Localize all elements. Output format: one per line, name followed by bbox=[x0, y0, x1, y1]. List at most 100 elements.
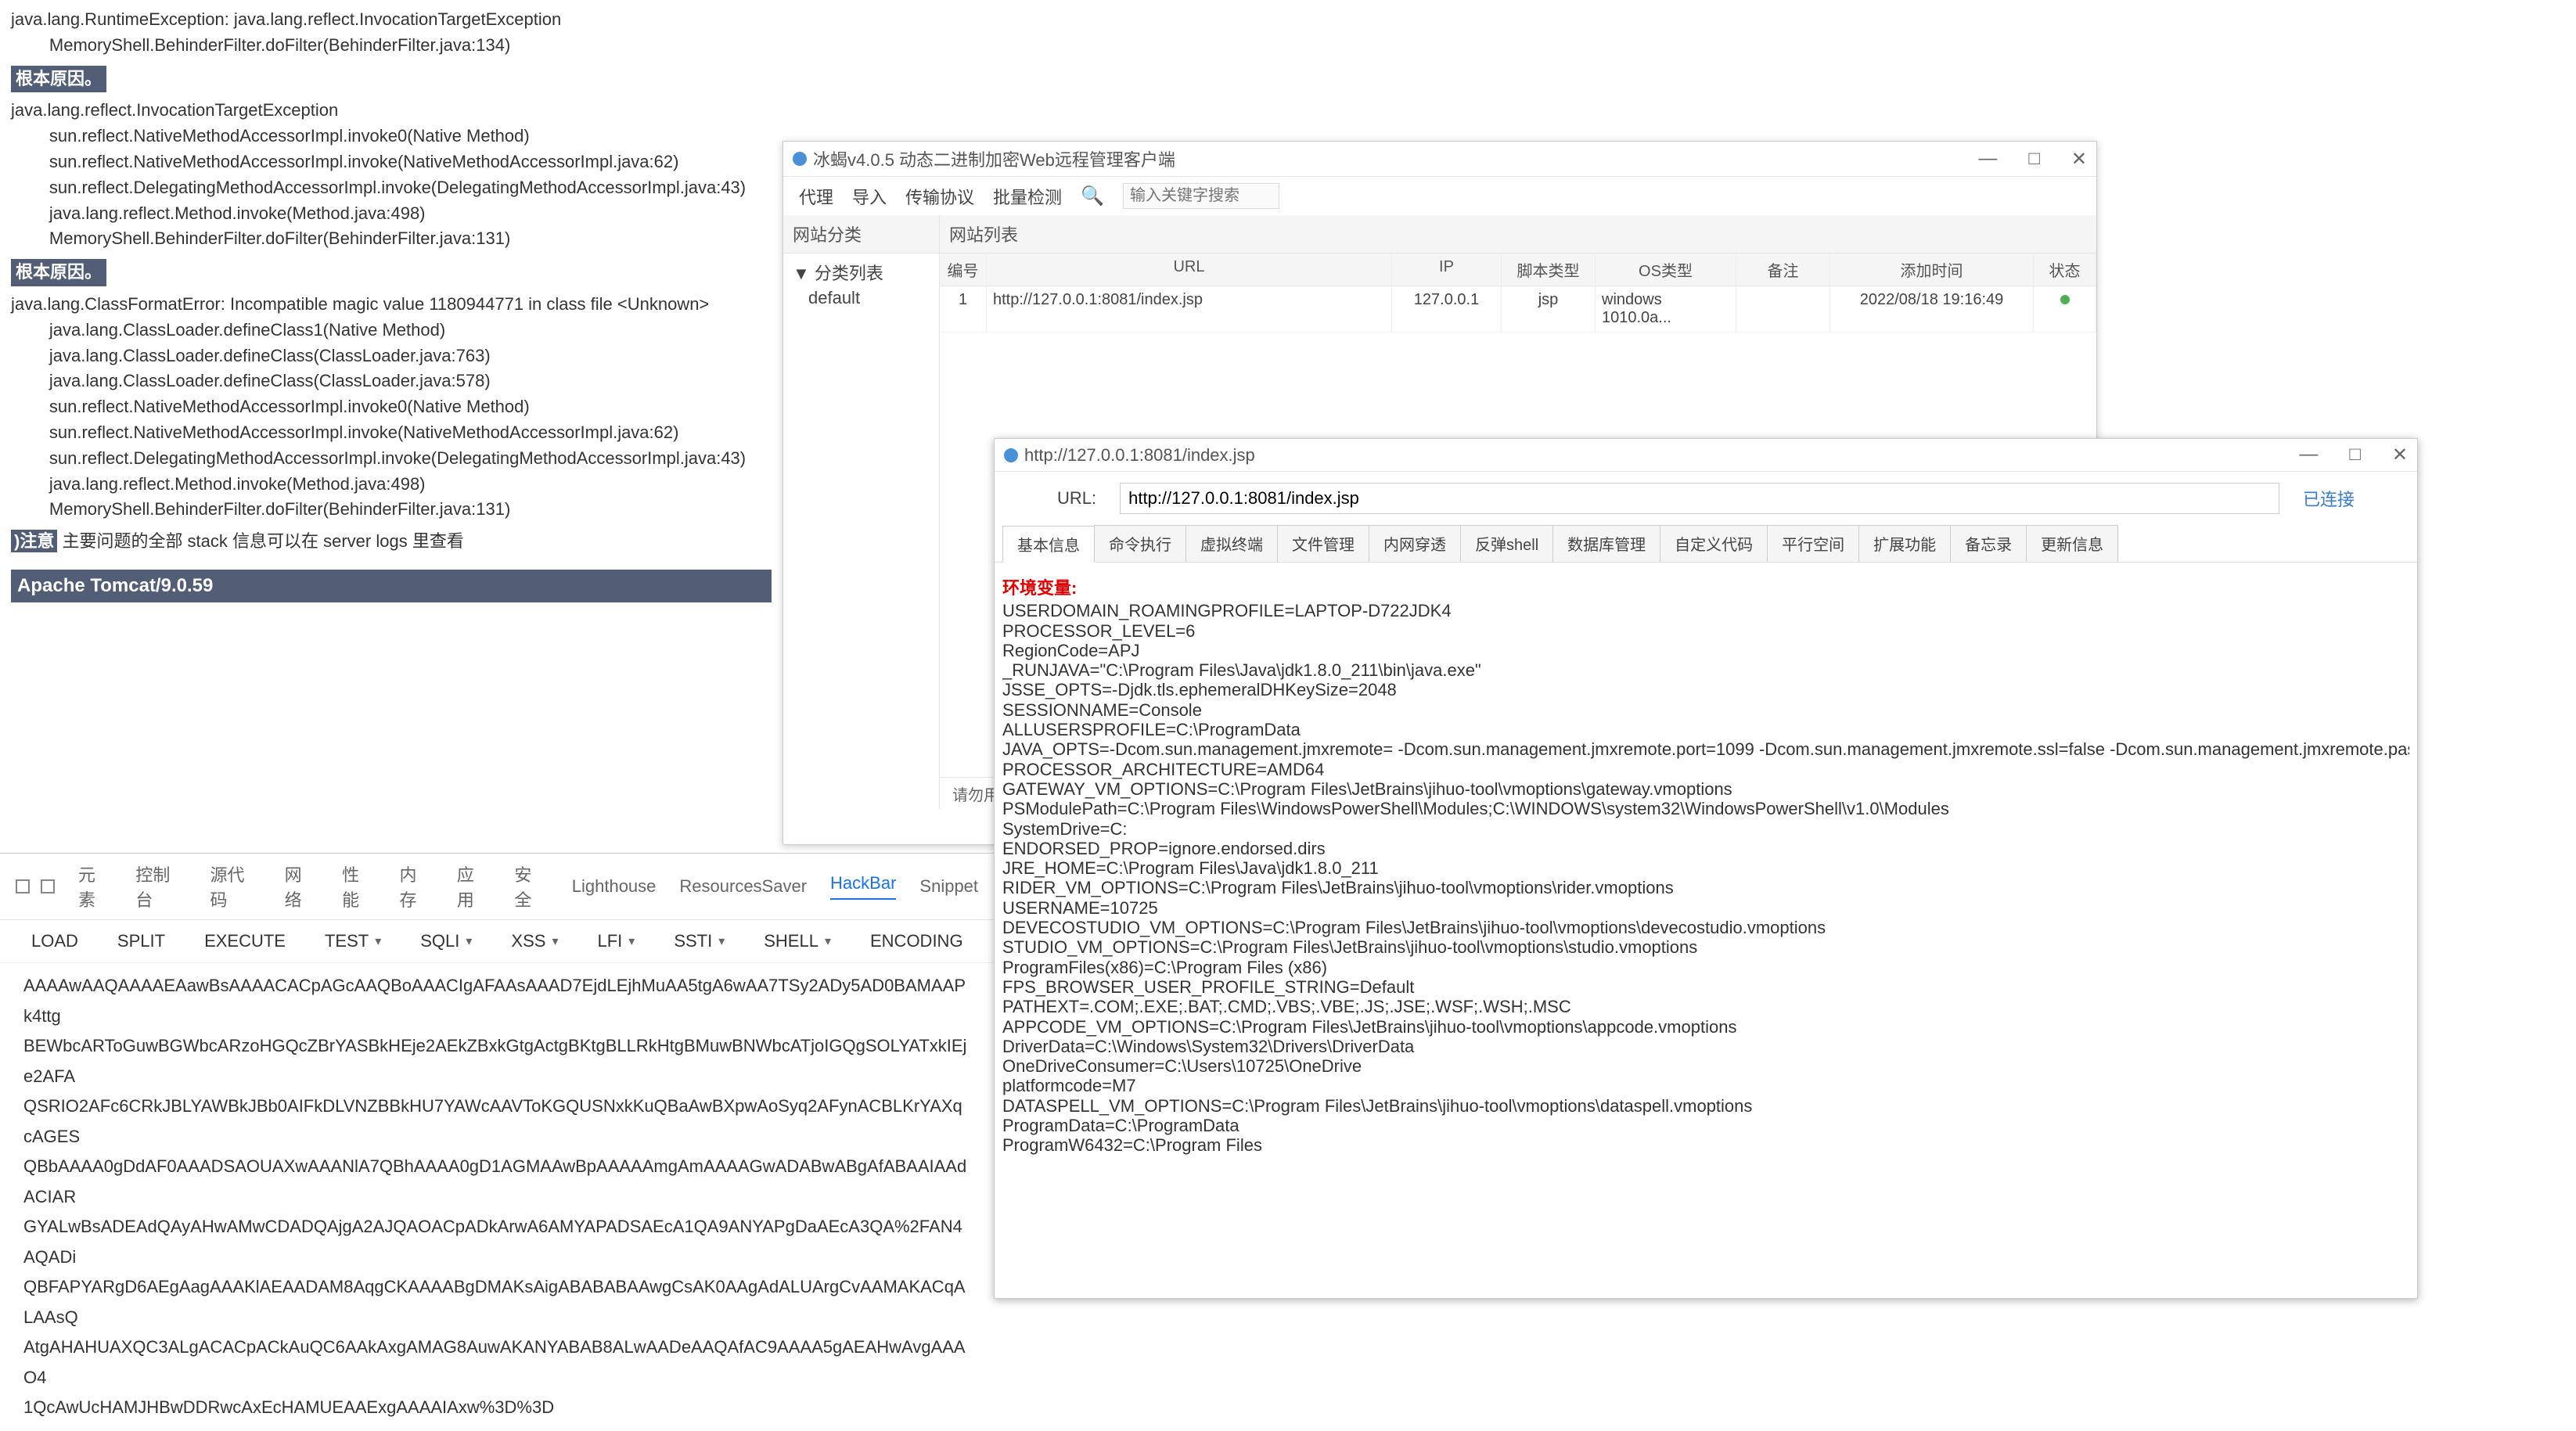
root-cause-label-2: 根本原因。 bbox=[11, 259, 106, 286]
dt-security[interactable]: 安全 bbox=[514, 861, 548, 911]
hb-shell[interactable]: SHELL ▾ bbox=[764, 931, 831, 951]
hackbar-toolbar: LOAD SPLIT EXECUTE TEST ▾ SQLI ▾ XSS ▾ L… bbox=[0, 920, 994, 963]
tab-memo[interactable]: 备忘录 bbox=[1950, 525, 2027, 562]
dt-sources[interactable]: 源代码 bbox=[210, 861, 261, 911]
hb-split[interactable]: SPLIT bbox=[117, 931, 165, 951]
dt-performance[interactable]: 性能 bbox=[342, 861, 376, 911]
toolbar: 代理 导入 传输协议 批量检测 🔍 bbox=[783, 177, 2096, 215]
note-line: )注意 主要问题的全部 stack 信息可以在 server logs 里查看 bbox=[11, 530, 772, 554]
hb-lfi[interactable]: LFI ▾ bbox=[597, 931, 635, 951]
col-id[interactable]: 编号 bbox=[940, 253, 987, 286]
col-type[interactable]: 脚本类型 bbox=[1502, 253, 1596, 286]
tab-vterm[interactable]: 虚拟终端 bbox=[1185, 525, 1278, 562]
dt-console[interactable]: 控制台 bbox=[135, 861, 186, 911]
maximize-icon[interactable]: □ bbox=[2028, 148, 2040, 171]
menu-batch[interactable]: 批量检测 bbox=[993, 184, 1062, 209]
dt-hackbar[interactable]: HackBar bbox=[830, 873, 896, 900]
col-url[interactable]: URL bbox=[987, 253, 1392, 286]
devtools-tabs: 元素 控制台 源代码 网络 性能 内存 应用 安全 Lighthouse Res… bbox=[0, 854, 994, 920]
dt-snippet[interactable]: Snippet bbox=[919, 876, 978, 897]
hb-test[interactable]: TEST ▾ bbox=[325, 931, 381, 951]
menu-import[interactable]: 导入 bbox=[852, 184, 887, 209]
tomcat-error-page: java.lang.RuntimeException: java.lang.re… bbox=[0, 0, 783, 610]
devtools-panel: 元素 控制台 源代码 网络 性能 内存 应用 安全 Lighthouse Res… bbox=[0, 853, 994, 1431]
env-line: FPS_BROWSER_USER_PROFILE_STRING=Default bbox=[1002, 977, 2409, 997]
app-icon bbox=[793, 152, 807, 166]
tree-root[interactable]: ▼ 分类列表 bbox=[793, 260, 930, 285]
col-ip[interactable]: IP bbox=[1392, 253, 1502, 286]
tab-file[interactable]: 文件管理 bbox=[1277, 525, 1369, 562]
dt-network[interactable]: 网络 bbox=[285, 861, 318, 911]
maximize-icon[interactable]: □ bbox=[2349, 444, 2361, 466]
tab-parallel[interactable]: 平行空间 bbox=[1767, 525, 1859, 562]
env-line: DriverData=C:\Windows\System32\Drivers\D… bbox=[1002, 1037, 2409, 1056]
menu-protocol[interactable]: 传输协议 bbox=[905, 184, 974, 209]
dt-lighthouse[interactable]: Lighthouse bbox=[572, 876, 657, 897]
dt-rsaver[interactable]: ResourcesSaver bbox=[679, 876, 807, 897]
hb-ssti[interactable]: SSTI ▾ bbox=[674, 931, 725, 951]
device-icon[interactable] bbox=[41, 879, 55, 893]
env-line: JSSE_OPTS=-Djdk.tls.ephemeralDHKeySize=2… bbox=[1002, 680, 2409, 699]
hb-execute[interactable]: EXECUTE bbox=[204, 931, 286, 951]
env-line: SESSIONNAME=Console bbox=[1002, 700, 2409, 720]
env-line: PROCESSOR_LEVEL=6 bbox=[1002, 621, 2409, 641]
window-titlebar[interactable]: 冰蝎v4.0.5 动态二进制加密Web远程管理客户端 — □ ✕ bbox=[783, 142, 2096, 177]
shell-window-title: http://127.0.0.1:8081/index.jsp bbox=[1024, 445, 1255, 466]
hb-sqli[interactable]: SQLI ▾ bbox=[420, 931, 472, 951]
hb-xss[interactable]: XSS ▾ bbox=[511, 931, 558, 951]
caret-down-icon: ▾ bbox=[375, 933, 381, 949]
app-icon bbox=[1004, 448, 1018, 462]
caret-down-icon: ▾ bbox=[628, 933, 635, 949]
caret-down-icon: ▾ bbox=[825, 933, 831, 949]
env-line: PSModulePath=C:\Program Files\WindowsPow… bbox=[1002, 799, 2409, 818]
env-line: RegionCode=APJ bbox=[1002, 641, 2409, 660]
env-line: _RUNJAVA="C:\Program Files\Java\jdk1.8.0… bbox=[1002, 660, 2409, 680]
env-line: JRE_HOME=C:\Program Files\Java\jdk1.8.0_… bbox=[1002, 858, 2409, 878]
tab-revshell[interactable]: 反弹shell bbox=[1460, 525, 1553, 562]
search-icon[interactable]: 🔍 bbox=[1081, 185, 1104, 207]
caret-down-icon: ▾ bbox=[466, 933, 472, 949]
env-line: DATASPELL_VM_OPTIONS=C:\Program Files\Je… bbox=[1002, 1096, 2409, 1116]
env-line: platformcode=M7 bbox=[1002, 1076, 2409, 1095]
table-row[interactable]: 1 http://127.0.0.1:8081/index.jsp 127.0.… bbox=[940, 286, 2096, 333]
col-os[interactable]: OS类型 bbox=[1596, 253, 1736, 286]
dt-elements[interactable]: 元素 bbox=[78, 861, 112, 911]
tab-basic[interactable]: 基本信息 bbox=[1002, 526, 1095, 563]
url-label: URL: bbox=[1057, 488, 1096, 509]
minimize-icon[interactable]: — bbox=[1978, 148, 1997, 171]
inspect-icon[interactable] bbox=[16, 879, 30, 893]
tab-ext[interactable]: 扩展功能 bbox=[1858, 525, 1951, 562]
col-status[interactable]: 状态 bbox=[2034, 253, 2096, 286]
tab-db[interactable]: 数据库管理 bbox=[1552, 525, 1660, 562]
hb-encoding[interactable]: ENCODING bbox=[870, 931, 963, 951]
col-note[interactable]: 备注 bbox=[1736, 253, 1830, 286]
close-icon[interactable]: ✕ bbox=[2071, 148, 2087, 171]
encoded-content[interactable]: AAAAwAAQAAAAEAawBsAAAACACpAGcAAQBoAAACIg… bbox=[0, 963, 994, 1431]
caret-down-icon: ▾ bbox=[552, 933, 558, 949]
menu-proxy[interactable]: 代理 bbox=[799, 184, 833, 209]
env-line: ProgramFiles(x86)=C:\Program Files (x86) bbox=[1002, 958, 2409, 977]
env-line: PATHEXT=.COM;.EXE;.BAT;.CMD;.VBS;.VBE;.J… bbox=[1002, 997, 2409, 1016]
search-input[interactable] bbox=[1123, 183, 1279, 209]
status-dot-icon bbox=[2060, 295, 2070, 304]
env-line: SystemDrive=C: bbox=[1002, 819, 2409, 839]
tab-cmd[interactable]: 命令执行 bbox=[1094, 525, 1186, 562]
env-line: OneDriveConsumer=C:\Users\10725\OneDrive bbox=[1002, 1056, 2409, 1076]
col-time[interactable]: 添加时间 bbox=[1830, 253, 2034, 286]
hb-load[interactable]: LOAD bbox=[31, 931, 78, 951]
close-icon[interactable]: ✕ bbox=[2392, 444, 2408, 466]
env-content: 环境变量: USERDOMAIN_ROAMINGPROFILE=LAPTOP-D… bbox=[995, 563, 2417, 1171]
tab-update[interactable]: 更新信息 bbox=[2026, 525, 2118, 562]
dt-application[interactable]: 应用 bbox=[457, 861, 491, 911]
env-line: APPCODE_VM_OPTIONS=C:\Program Files\JetB… bbox=[1002, 1017, 2409, 1037]
env-line: GATEWAY_VM_OPTIONS=C:\Program Files\JetB… bbox=[1002, 779, 2409, 799]
stack-2: java.lang.reflect.InvocationTargetExcept… bbox=[11, 99, 772, 253]
tab-intranet[interactable]: 内网穿透 bbox=[1369, 525, 1461, 562]
dt-memory[interactable]: 内存 bbox=[399, 861, 433, 911]
url-input[interactable] bbox=[1120, 483, 2279, 514]
tab-custom[interactable]: 自定义代码 bbox=[1660, 525, 1768, 562]
list-header: 网站列表 bbox=[940, 215, 2096, 253]
tree-default[interactable]: default bbox=[793, 285, 930, 311]
shell-titlebar[interactable]: http://127.0.0.1:8081/index.jsp — □ ✕ bbox=[995, 439, 2417, 472]
minimize-icon[interactable]: — bbox=[2299, 444, 2318, 466]
